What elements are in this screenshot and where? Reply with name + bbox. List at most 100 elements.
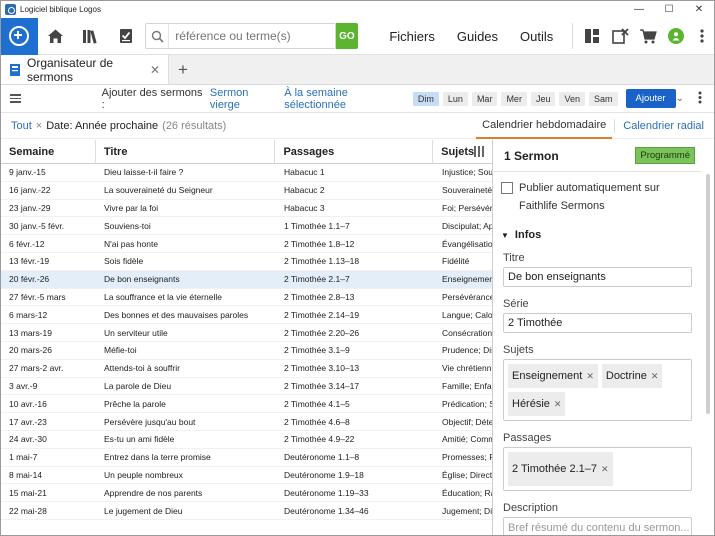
tab-weekly-calendar[interactable]: Calendrier hebdomadaire <box>476 113 613 139</box>
subject-tag-label: Enseignement <box>512 370 583 382</box>
table-row[interactable]: 27 mars-2 avr. Attends-toi à souffrir 2 Ti… <box>1 360 492 378</box>
table-row[interactable]: 22 mai-28 Le jugement de Dieu Deutéronome … <box>1 502 492 520</box>
table-row[interactable]: 9 janv.-15 Dieu laisse-t-il faire ? Habacu… <box>1 164 493 182</box>
column-header-week[interactable]: Semaine <box>1 140 96 164</box>
filter-chip[interactable]: Date: Année prochaine <box>46 120 158 132</box>
info-section-header[interactable]: ▼ Infos <box>501 229 689 241</box>
publish-checkbox-row[interactable]: Publier automatiquement sur Faithlife Se… <box>501 179 689 215</box>
remove-tag-icon[interactable]: ✕ <box>601 464 609 475</box>
table-row[interactable]: 20 mars-26 Méfie-toi 2 Timothée 3.1–9 Prude… <box>1 342 493 360</box>
cart-button[interactable] <box>635 18 663 55</box>
remove-filter-icon[interactable]: × <box>36 120 42 132</box>
passages-field[interactable]: 2 Timothée 2.1–7 ✕ <box>503 447 692 491</box>
cell-week: 6 févr.-12 <box>9 238 45 249</box>
selected-week-link[interactable]: À la semaine sélectionnée <box>284 87 407 111</box>
day-tue[interactable]: Mar <box>471 91 498 106</box>
day-wed[interactable]: Mer <box>501 91 527 106</box>
table-row[interactable]: 10 avr.-16 Prêche la parole 2 Timothée 4.1… <box>1 395 493 414</box>
status-badge[interactable]: Programmé <box>635 147 695 164</box>
column-chooser-icon[interactable] <box>474 146 484 157</box>
table-row[interactable]: 30 janv.-5 févr. Souviens-toi 1 Timothée 1… <box>1 217 492 236</box>
filter-all-link[interactable]: Tout <box>11 120 32 132</box>
logos-logo-icon <box>9 26 30 46</box>
search-input[interactable] <box>168 24 335 48</box>
tab-close-icon[interactable]: ✕ <box>150 63 160 77</box>
documents-button[interactable] <box>108 18 143 55</box>
day-fri[interactable]: Ven <box>559 91 585 106</box>
close-panels-button[interactable] <box>607 18 635 55</box>
cell-title: Prêche la parole <box>104 398 166 409</box>
description-field[interactable]: Bref résumé du contenu du sermon... <box>503 517 692 535</box>
cell-subjects: Enseignemen <box>442 274 493 285</box>
library-button[interactable] <box>73 18 108 55</box>
cell-week: 20 févr.-26 <box>9 274 50 285</box>
go-button[interactable]: GO <box>335 23 358 49</box>
subject-tag-label: Doctrine <box>605 370 647 382</box>
table-row[interactable]: 6 mars-12 Des bonnes et des mauvaises par… <box>1 306 492 325</box>
table-row[interactable]: 15 mai-21 Apprendre de nos parents Deutéro… <box>1 484 492 503</box>
detail-scrollbar[interactable] <box>706 174 710 414</box>
cell-subjects: Injustice; Souf <box>442 167 493 178</box>
tab-radial-calendar[interactable]: Calendrier radial <box>617 113 710 139</box>
expand-triangle-icon: ▼ <box>501 230 509 240</box>
blank-sermon-link[interactable]: Sermon vierge <box>210 87 278 111</box>
subjects-label: Sujets <box>503 344 534 356</box>
minimize-button[interactable]: — <box>624 4 654 15</box>
table-row[interactable]: 13 mars-19 Un serviteur utile 2 Timothée 2… <box>1 324 492 342</box>
account-button[interactable] <box>662 18 690 55</box>
day-sat[interactable]: Sam <box>588 91 618 106</box>
table-row[interactable]: 6 févr.-12 N'ai pas honte 2 Timothée 1.8–1… <box>1 235 492 253</box>
table-row[interactable]: 16 janv.-22 La souveraineté du Seigneur Ha… <box>1 182 492 200</box>
table-row[interactable]: 1 mai-7 Entrez dans la terre promise Deuté… <box>1 449 493 467</box>
add-button[interactable]: Ajouter <box>625 89 676 108</box>
cell-title: De bon enseignants <box>104 274 180 285</box>
cell-subjects: Vie chrétienn <box>442 363 492 374</box>
collapse-chevron-icon[interactable]: ⌄ <box>676 93 684 104</box>
table-row[interactable]: 8 mai-14 Un peuple nombreux Deutéronome 1.… <box>1 467 492 485</box>
cell-week: 27 févr.-5 mars <box>9 291 66 302</box>
table-row[interactable]: 13 févr.-19 Sois fidèle 2 Timothée 1.13–18… <box>1 253 492 271</box>
add-tab-button[interactable]: + <box>169 55 197 84</box>
remove-tag-icon[interactable]: ✕ <box>651 371 659 382</box>
remove-tag-icon[interactable]: ✕ <box>586 371 594 382</box>
cell-subjects: Prédication; S <box>442 398 493 409</box>
nav-tools[interactable]: Outils <box>509 29 564 44</box>
nav-files[interactable]: Fichiers <box>378 29 446 44</box>
more-menu-button[interactable] <box>690 18 714 55</box>
remove-tag-icon[interactable]: ✕ <box>554 399 562 410</box>
cell-subjects: Promesses; F <box>442 452 493 463</box>
subjects-field[interactable]: Enseignement ✕ Doctrine ✕ Hérésie ✕ <box>503 359 692 421</box>
panel-more-icon[interactable] <box>698 91 702 107</box>
publish-checkbox[interactable] <box>501 182 513 194</box>
nav-guides[interactable]: Guides <box>446 29 509 44</box>
title-field[interactable]: De bon enseignants <box>503 267 692 287</box>
day-sun[interactable]: Dim <box>412 91 439 106</box>
cell-passages: 2 Timothée 2.8–13 <box>284 291 355 302</box>
cell-week: 10 avr.-16 <box>9 398 47 409</box>
table-row[interactable]: 17 avr.-23 Persévère jusqu'au bout 2 Timot… <box>1 413 492 431</box>
series-field[interactable]: 2 Timothée <box>503 313 692 333</box>
table-row[interactable]: 24 avr.-30 Es-tu un ami fidèle 2 Timothée … <box>1 431 492 449</box>
close-button[interactable]: ✕ <box>684 4 714 15</box>
logos-home-button[interactable] <box>1 17 38 55</box>
day-mon[interactable]: Lun <box>442 91 468 106</box>
cell-title: Attends-toi à souffrir <box>104 363 180 374</box>
table-row[interactable]: 20 févr.-26 De bon enseignants 2 Timothée … <box>1 270 493 289</box>
tab-sermon-organizer[interactable]: Organisateur de sermons ✕ <box>1 55 169 84</box>
cell-passages: 1 Timothée 1.1–7 <box>284 220 350 231</box>
result-count: (26 résultats) <box>162 119 227 132</box>
table-row[interactable]: 23 janv.-29 Vivre par la foi Habacuc 3 Foi;… <box>1 200 492 218</box>
subject-tag: Hérésie ✕ <box>508 392 566 416</box>
day-thu[interactable]: Jeu <box>530 91 556 106</box>
layouts-button[interactable] <box>577 18 607 55</box>
column-header-title[interactable]: Titre <box>96 140 276 164</box>
cell-subjects: Prudence; Dis <box>442 345 493 356</box>
maximize-button[interactable]: ☐ <box>654 4 684 15</box>
more-vertical-icon <box>700 29 704 43</box>
search-icon <box>146 30 168 43</box>
table-row[interactable]: 27 févr.-5 mars La souffrance et la vie é… <box>1 289 492 307</box>
column-header-passages[interactable]: Passages <box>275 140 434 164</box>
home-button[interactable] <box>38 18 73 55</box>
panel-menu-icon[interactable] <box>1 94 30 103</box>
table-row[interactable]: 3 avr.-9 La parole de Dieu 2 Timothée 3.14… <box>1 378 492 396</box>
